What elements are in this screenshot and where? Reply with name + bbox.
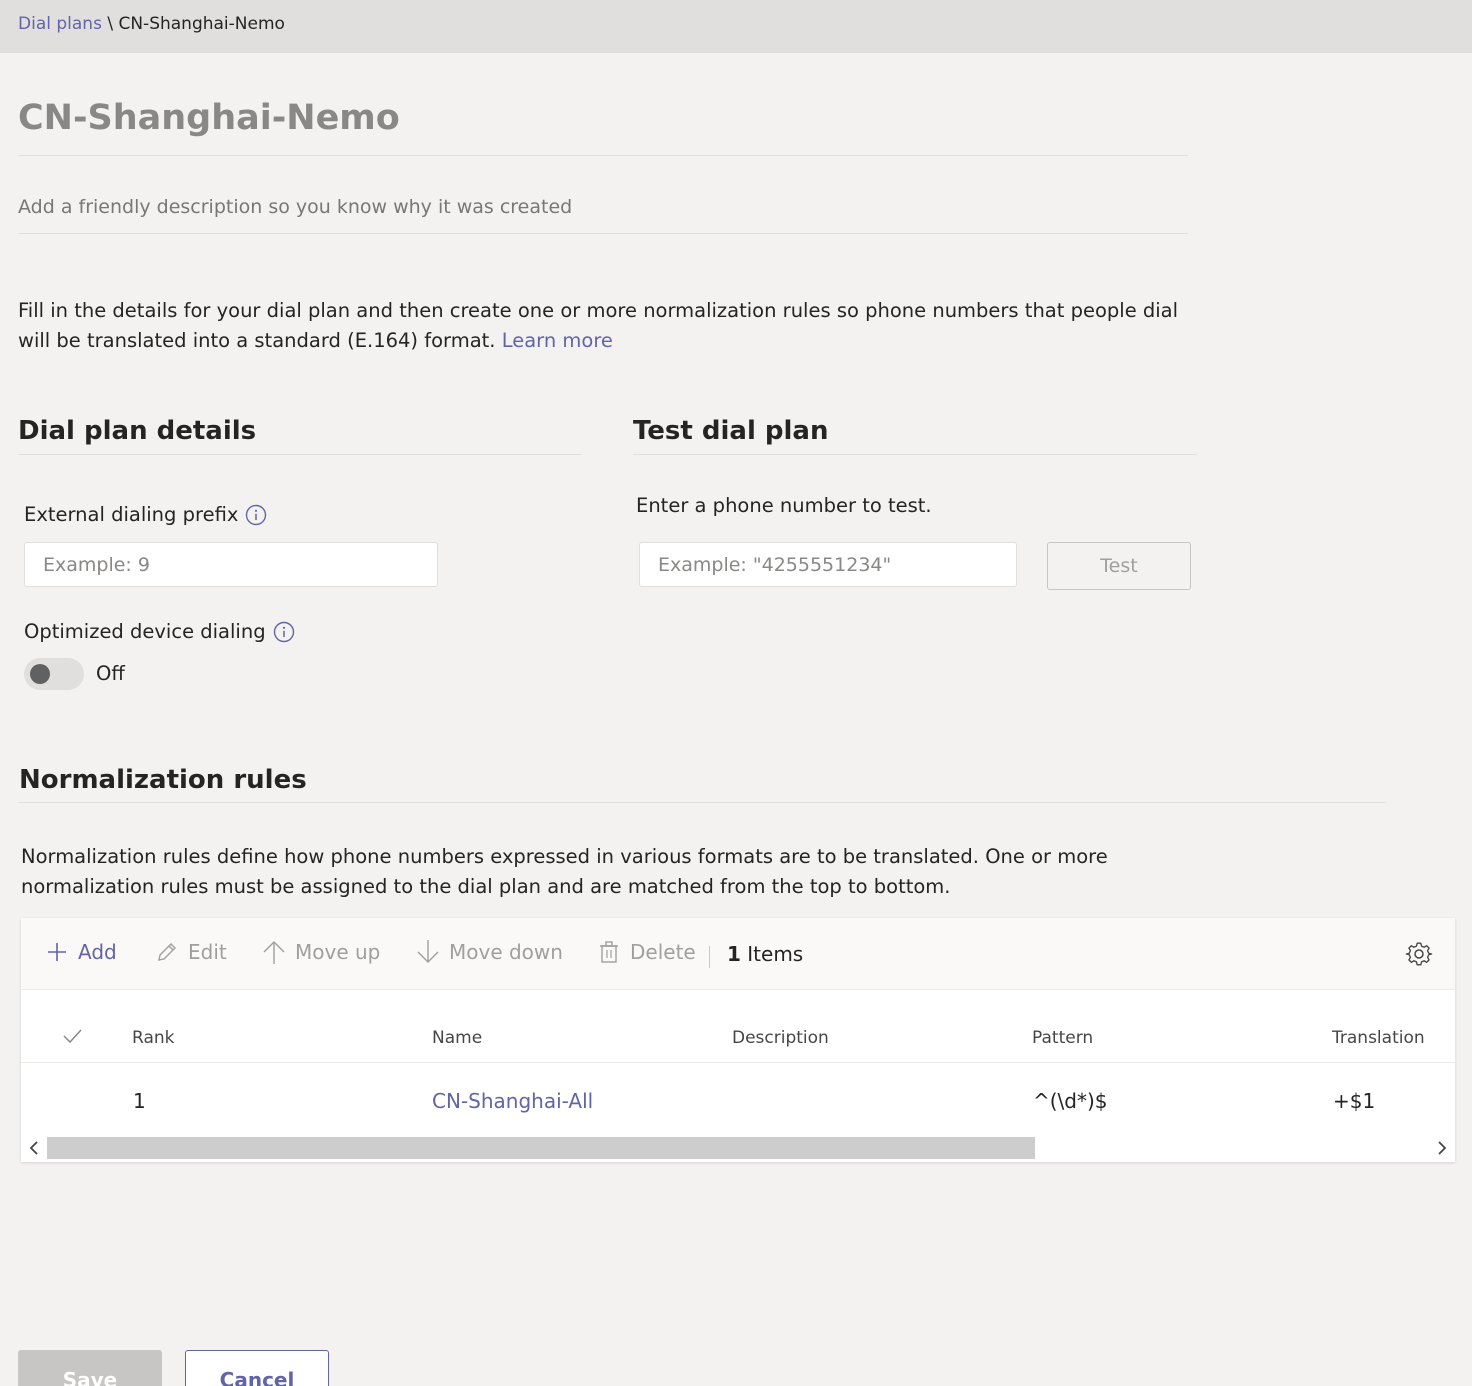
toggle-state-label: Off: [96, 662, 125, 685]
optimized-dialing-toggle[interactable]: [24, 658, 84, 690]
info-icon[interactable]: [273, 621, 295, 643]
items-count-number: 1: [727, 942, 741, 966]
move-up-button[interactable]: Move up: [262, 940, 380, 964]
table-row[interactable]: 1 CN-Shanghai-All ^(\d*)$ +$1: [21, 1064, 1455, 1136]
page-title[interactable]: CN-Shanghai-Nemo: [18, 98, 400, 138]
external-prefix-input[interactable]: [24, 542, 438, 587]
cell-translation: +$1: [1333, 1089, 1376, 1113]
chevron-right-icon[interactable]: [1435, 1140, 1449, 1156]
cell-pattern: ^(\d*)$: [1033, 1089, 1108, 1113]
test-divider: [633, 454, 1197, 455]
test-number-input[interactable]: [639, 542, 1017, 587]
test-dial-plan-heading: Test dial plan: [633, 416, 829, 446]
save-button[interactable]: Save: [18, 1350, 162, 1386]
arrow-up-icon: [263, 941, 285, 964]
select-all-check-icon[interactable]: [61, 1025, 83, 1047]
learn-more-link[interactable]: Learn more: [502, 329, 613, 352]
external-prefix-label: External dialing prefix: [24, 503, 267, 526]
rules-grid: Add Edit Move up Move down Delete 1 Item…: [21, 918, 1455, 1162]
column-header-pattern[interactable]: Pattern: [1032, 1028, 1093, 1048]
breadcrumb-bar: Dial plans \ CN-Shanghai-Nemo: [0, 0, 1472, 53]
test-button[interactable]: Test: [1047, 542, 1191, 590]
cancel-button[interactable]: Cancel: [185, 1350, 329, 1386]
description-field[interactable]: Add a friendly description so you know w…: [18, 196, 572, 218]
arrow-down-icon: [417, 940, 439, 963]
optimized-dialing-label-text: Optimized device dialing: [24, 620, 266, 643]
items-count: 1 Items: [727, 942, 803, 966]
scrollbar-thumb[interactable]: [47, 1137, 1035, 1159]
move-down-label: Move down: [449, 940, 563, 964]
info-icon[interactable]: [245, 504, 267, 526]
test-prompt: Enter a phone number to test.: [636, 494, 932, 517]
command-bar: Add Edit Move up Move down Delete 1 Item…: [21, 918, 1455, 990]
items-count-label: Items: [747, 942, 804, 966]
delete-button[interactable]: Delete: [597, 940, 696, 964]
plus-icon: [48, 943, 66, 961]
grid-header-row: Rank Name Description Pattern Translatio…: [21, 991, 1455, 1063]
toggle-knob: [30, 664, 50, 684]
breadcrumb-separator: \: [101, 14, 119, 34]
title-divider: [18, 155, 1188, 156]
external-prefix-label-text: External dialing prefix: [24, 503, 239, 526]
dial-plan-details-heading: Dial plan details: [18, 416, 257, 446]
normalization-description: Normalization rules define how phone num…: [21, 845, 1108, 898]
cell-rank: 1: [133, 1089, 146, 1113]
add-button[interactable]: Add: [45, 940, 117, 964]
delete-label: Delete: [630, 940, 696, 964]
move-up-label: Move up: [295, 940, 381, 964]
breadcrumb-current: CN-Shanghai-Nemo: [118, 14, 285, 34]
details-divider: [18, 454, 582, 455]
cell-name-link[interactable]: CN-Shanghai-All: [432, 1089, 593, 1113]
move-down-button[interactable]: Move down: [416, 940, 563, 964]
description-divider: [18, 233, 1188, 234]
breadcrumb: Dial plans \ CN-Shanghai-Nemo: [18, 14, 285, 34]
edit-button[interactable]: Edit: [155, 940, 227, 964]
intro-text: Fill in the details for your dial plan a…: [18, 296, 1198, 356]
column-header-translation[interactable]: Translation: [1332, 1028, 1425, 1048]
column-header-name[interactable]: Name: [432, 1028, 482, 1048]
gear-icon[interactable]: [1405, 940, 1433, 968]
breadcrumb-dial-plans-link[interactable]: Dial plans: [18, 14, 102, 34]
pencil-icon: [158, 943, 176, 961]
edit-label: Edit: [188, 940, 227, 964]
horizontal-scrollbar[interactable]: [21, 1136, 1455, 1162]
chevron-left-icon[interactable]: [27, 1140, 41, 1156]
column-header-rank[interactable]: Rank: [132, 1028, 174, 1048]
normalization-rules-heading: Normalization rules: [19, 765, 307, 795]
trash-icon: [600, 941, 618, 963]
add-label: Add: [78, 940, 117, 964]
column-header-description[interactable]: Description: [732, 1028, 829, 1048]
optimized-dialing-label: Optimized device dialing: [24, 620, 295, 643]
normalization-divider: [18, 802, 1386, 803]
toolbar-separator: [709, 946, 710, 968]
